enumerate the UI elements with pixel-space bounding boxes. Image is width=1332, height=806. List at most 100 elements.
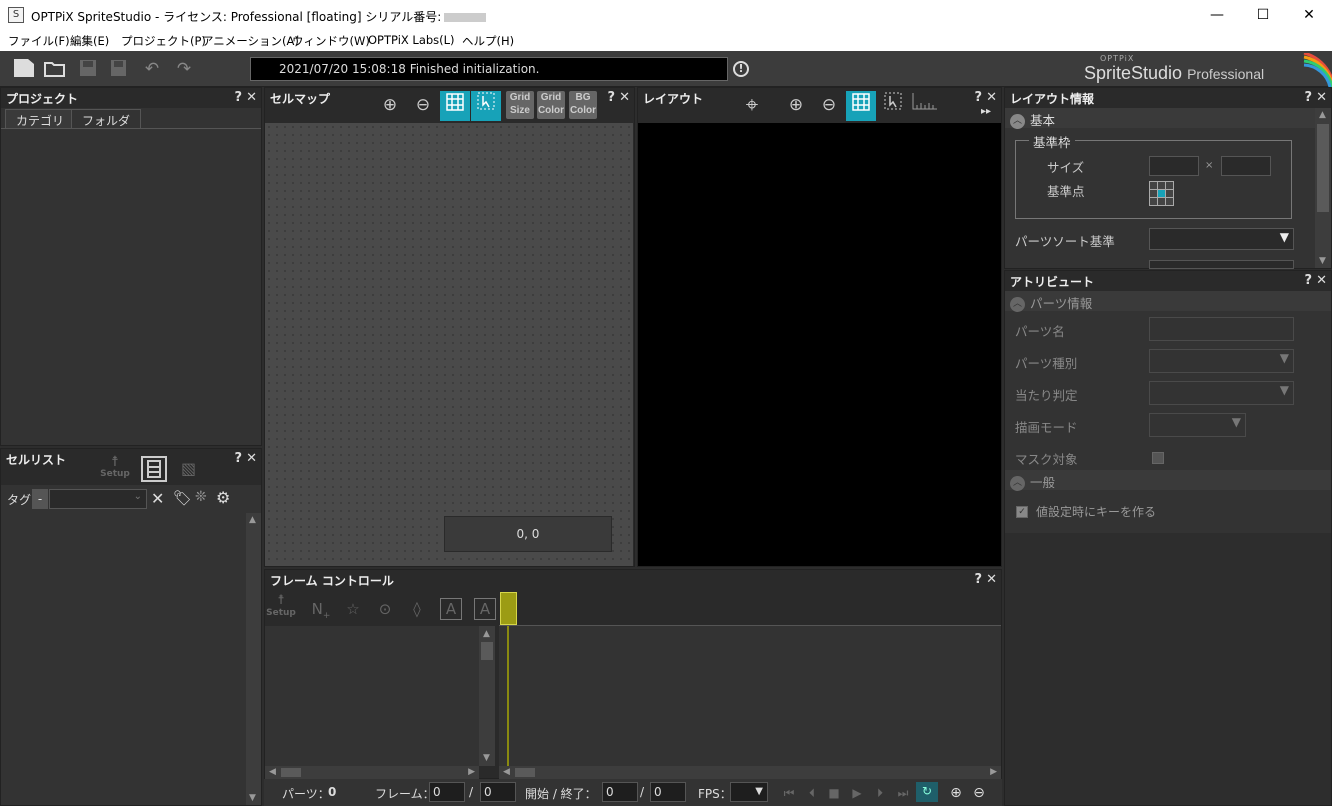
- add-effect-icon[interactable]: ☆: [340, 596, 366, 622]
- scroll-thumb[interactable]: [1317, 124, 1329, 212]
- help-icon[interactable]: ?: [235, 451, 243, 466]
- clear-tag-icon[interactable]: ✕: [151, 489, 164, 508]
- snap-icon[interactable]: [471, 91, 501, 121]
- image-icon[interactable]: ▧: [181, 459, 209, 481]
- maximize-button[interactable]: ☐: [1240, 0, 1286, 31]
- parts-horizontal-scrollbar[interactable]: ◀ ▶: [265, 766, 479, 779]
- scroll-down-icon[interactable]: ▼: [1319, 256, 1326, 266]
- close-window-button[interactable]: ✕: [1286, 0, 1332, 31]
- zoom-out-icon[interactable]: ⊖: [814, 90, 844, 120]
- last-frame-icon[interactable]: ⏭: [894, 784, 912, 802]
- sparkle-icon[interactable]: ❊: [195, 489, 207, 505]
- section-parts-info[interactable]: ︿ パーツ情報: [1010, 293, 1092, 312]
- grid-toggle-icon[interactable]: [846, 91, 876, 121]
- help-icon[interactable]: ?: [608, 90, 616, 105]
- gear-icon[interactable]: ⚙: [216, 488, 230, 507]
- tag-select[interactable]: ⌄: [49, 489, 147, 509]
- scroll-down-icon[interactable]: ▼: [249, 793, 256, 803]
- more-tools-icon[interactable]: ▸▸: [981, 106, 991, 117]
- menu-file[interactable]: ファイル(F): [8, 33, 70, 49]
- menu-animation[interactable]: アニメーション(A): [202, 33, 299, 49]
- alert-icon[interactable]: !: [733, 61, 749, 77]
- loop-icon[interactable]: ↻: [916, 782, 938, 802]
- menu-optpix-labs[interactable]: OPTPiX Labs(L): [368, 33, 455, 47]
- attribute-key-all-icon[interactable]: A: [474, 598, 496, 620]
- minimize-button[interactable]: —: [1194, 0, 1240, 31]
- section-basic[interactable]: ︿ 基本: [1010, 110, 1055, 129]
- help-icon[interactable]: ?: [235, 90, 243, 105]
- next-property-field[interactable]: [1149, 260, 1294, 269]
- undo-icon[interactable]: ↶: [140, 58, 164, 80]
- layout-canvas[interactable]: [638, 123, 1001, 566]
- ruler-icon[interactable]: [910, 91, 940, 121]
- tab-category[interactable]: カテゴリ: [5, 109, 76, 128]
- range-start-field[interactable]: 0: [602, 782, 638, 802]
- help-icon[interactable]: ?: [1305, 273, 1313, 288]
- range-end-field[interactable]: 0: [650, 782, 686, 802]
- draw-mode-select[interactable]: ▼: [1149, 413, 1246, 437]
- section-general[interactable]: ︿ 一般: [1010, 472, 1055, 491]
- close-icon[interactable]: ✕: [619, 90, 630, 105]
- close-icon[interactable]: ✕: [246, 451, 257, 466]
- scroll-thumb[interactable]: [281, 768, 301, 777]
- total-frames-field[interactable]: 0: [480, 782, 516, 802]
- close-icon[interactable]: ✕: [1316, 273, 1327, 288]
- timeline-area[interactable]: [499, 626, 1001, 766]
- zoom-out-icon[interactable]: ⊖: [408, 90, 438, 120]
- scroll-left-icon[interactable]: ◀: [503, 767, 510, 777]
- add-mesh-icon[interactable]: ◊: [404, 596, 430, 622]
- crosshair-icon[interactable]: ⌖: [737, 91, 767, 121]
- cell-map-canvas[interactable]: [265, 123, 633, 566]
- parts-vertical-scrollbar[interactable]: ▲ ▼: [479, 626, 495, 766]
- parts-sort-select[interactable]: ▼: [1149, 228, 1294, 250]
- menu-edit[interactable]: 編集(E): [70, 33, 109, 49]
- current-frame-field[interactable]: 0: [429, 782, 465, 802]
- snap-icon[interactable]: [878, 91, 908, 121]
- grid-size-button[interactable]: Grid Size: [506, 91, 534, 119]
- scroll-thumb[interactable]: [481, 642, 493, 660]
- add-bone-icon[interactable]: ⊙: [372, 596, 398, 622]
- next-frame-icon[interactable]: ⏵: [871, 784, 889, 802]
- anchor-grid-icon[interactable]: [1149, 181, 1174, 206]
- frame-setup-button[interactable]: ☨ Setup: [266, 594, 296, 624]
- playhead-handle[interactable]: [500, 592, 517, 625]
- parts-type-select[interactable]: ▼: [1149, 349, 1294, 373]
- previous-frame-icon[interactable]: ⏴: [803, 784, 821, 802]
- zoom-in-icon[interactable]: ⊕: [947, 784, 965, 802]
- play-icon[interactable]: ▶: [848, 784, 866, 802]
- filmstrip-icon[interactable]: [141, 456, 167, 482]
- tab-folder[interactable]: フォルダ: [71, 109, 142, 128]
- save-icon[interactable]: [76, 58, 100, 80]
- size-height-field[interactable]: [1221, 156, 1271, 176]
- zoom-in-icon[interactable]: ⊕: [781, 90, 811, 120]
- scroll-up-icon[interactable]: ▲: [483, 629, 490, 639]
- tag-icon[interactable]: 🏷: [173, 489, 192, 507]
- scroll-up-icon[interactable]: ▲: [249, 515, 256, 525]
- layout-info-scrollbar[interactable]: ▲ ▼: [1315, 108, 1331, 268]
- zoom-out-icon[interactable]: ⊖: [970, 784, 988, 802]
- open-folder-icon[interactable]: [44, 58, 68, 80]
- help-icon[interactable]: ?: [1305, 90, 1313, 105]
- cell-list-scrollbar[interactable]: ▲ ▼: [246, 513, 261, 805]
- setup-button[interactable]: ☨ Setup: [99, 455, 131, 485]
- close-icon[interactable]: ✕: [986, 572, 997, 587]
- close-icon[interactable]: ✕: [1316, 90, 1327, 105]
- scroll-up-icon[interactable]: ▲: [1319, 110, 1326, 120]
- scroll-down-icon[interactable]: ▼: [483, 753, 490, 763]
- redo-icon[interactable]: ↷: [172, 58, 196, 80]
- help-icon[interactable]: ?: [975, 572, 983, 587]
- scroll-right-icon[interactable]: ▶: [990, 767, 997, 777]
- menu-help[interactable]: ヘルプ(H): [462, 33, 514, 49]
- first-frame-icon[interactable]: ⏮: [780, 784, 798, 802]
- mask-target-checkbox[interactable]: [1152, 452, 1164, 464]
- menu-window[interactable]: ウィンドウ(W): [292, 33, 370, 49]
- stop-icon[interactable]: ■: [825, 784, 843, 802]
- close-icon[interactable]: ✕: [246, 90, 257, 105]
- create-key-checkbox[interactable]: ✓: [1016, 506, 1028, 518]
- grid-toggle-icon[interactable]: [440, 91, 470, 121]
- scroll-right-icon[interactable]: ▶: [468, 767, 475, 777]
- attribute-key-icon[interactable]: A: [440, 598, 462, 620]
- menu-project[interactable]: プロジェクト(P): [121, 33, 206, 49]
- save-all-icon[interactable]: [106, 58, 130, 80]
- scroll-left-icon[interactable]: ◀: [269, 767, 276, 777]
